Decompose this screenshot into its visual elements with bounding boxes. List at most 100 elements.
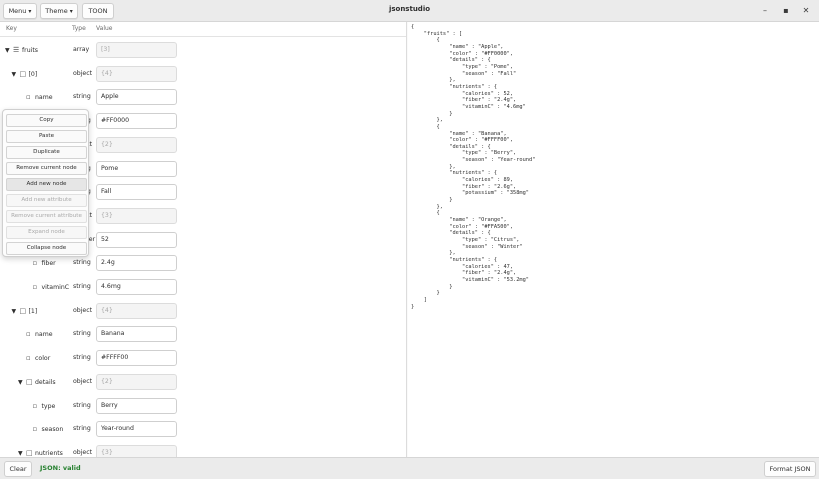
- tree-row-type: object: [73, 306, 93, 314]
- tree-row-type: string: [73, 425, 91, 433]
- tree-row-key[interactable]: ▫ fiber: [25, 257, 56, 269]
- tree-row-key[interactable]: ▼ □ [0]: [12, 68, 38, 80]
- context-menu-item[interactable]: Collapse node: [6, 242, 87, 255]
- tree-row-key-label: season: [41, 426, 64, 434]
- tree-row-value-field[interactable]: {3}: [96, 444, 177, 457]
- tree-row-type: object: [73, 448, 93, 456]
- tree-row-key[interactable]: ▼□details: [18, 376, 56, 388]
- tree-row-key-label: nutrients: [35, 449, 63, 457]
- expand-toggle-icon[interactable]: ▼: [18, 377, 26, 389]
- header-divider: [0, 36, 406, 37]
- tree-row-value-field[interactable]: Pome: [96, 160, 177, 177]
- folder-icon: □: [19, 69, 27, 78]
- tree-row-key-label: color: [35, 355, 51, 363]
- folder-icon: □: [26, 448, 33, 457]
- context-menu-item[interactable]: Duplicate: [6, 146, 87, 159]
- tree-row-value-field[interactable]: {3}: [96, 207, 177, 224]
- toon-button[interactable]: TOON: [82, 3, 114, 19]
- tree-row-key[interactable]: ▫ vitaminC: [25, 281, 70, 293]
- context-menu-item[interactable]: Copy: [6, 114, 87, 127]
- tree-row-key[interactable]: ▫season: [25, 423, 64, 435]
- file-icon: ▫: [26, 330, 31, 339]
- json-text-pane[interactable]: { "fruits" : [ { "name" : "Apple", "colo…: [408, 22, 819, 457]
- tree-row-value-field[interactable]: {4}: [96, 302, 177, 319]
- tree-row-value-field[interactable]: 2.4g: [96, 255, 177, 272]
- list-icon: ☰: [13, 46, 20, 54]
- tree-row-value-field[interactable]: [3]: [96, 42, 177, 58]
- tree-row-key-label: [1]: [28, 307, 38, 315]
- tree-row-value-field[interactable]: #FFFF00: [96, 350, 177, 367]
- file-icon: ▫: [32, 401, 38, 410]
- column-header-type: Type: [72, 25, 86, 32]
- context-menu-item: Remove current attribute: [6, 210, 87, 223]
- tree-row-key-label: details: [35, 378, 56, 386]
- tree-row-value-field[interactable]: Fall: [96, 184, 177, 201]
- tree-row-key-label: name: [35, 331, 53, 339]
- file-icon: ▫: [26, 354, 31, 363]
- title-bar: Menu ▾ Theme ▾ TOON jsonstudio – ▪ ✕: [0, 0, 819, 22]
- tree-row-type: object: [73, 69, 93, 77]
- theme-button[interactable]: Theme ▾: [40, 3, 78, 19]
- tree-editor-pane: Key Type Value ▼ ☰ fruits array [3] ▼ □ [0] obje…: [0, 22, 407, 457]
- tree-row-key[interactable]: ▫ name: [18, 91, 53, 103]
- context-menu-item[interactable]: Paste: [6, 130, 87, 143]
- chevron-down-icon: ▾: [28, 8, 32, 15]
- tree-row-key[interactable]: ▫ color: [18, 352, 50, 364]
- context-menu: Copy Paste Duplicate Remove current node Add…: [2, 109, 89, 257]
- menu-button[interactable]: Menu ▾: [3, 3, 37, 19]
- maximize-icon[interactable]: ▪: [779, 4, 793, 18]
- tree-row-type: string: [73, 93, 91, 101]
- tree-row-key[interactable]: ▼ □ [1]: [12, 305, 38, 317]
- tree-row-key-label: type: [41, 402, 56, 410]
- tree-row-key[interactable]: ▼□nutrients: [18, 447, 63, 457]
- window-title: jsonstudio: [388, 5, 431, 13]
- tree-row-key-label: fruits: [22, 47, 39, 54]
- tree-row-key-label: name: [35, 94, 53, 102]
- close-icon[interactable]: ✕: [799, 4, 813, 18]
- tree-row-value-field[interactable]: Berry: [96, 397, 177, 414]
- tree-row-type: string: [73, 283, 91, 290]
- tree-row-key-label: vitaminC: [41, 284, 70, 291]
- tree-row-key-label: [0]: [28, 70, 38, 78]
- tree-row-key-label: fiber: [41, 260, 56, 268]
- json-text[interactable]: { "fruits" : [ { "name" : "Apple", "colo…: [411, 24, 535, 310]
- validation-status: JSON: valid: [40, 464, 81, 472]
- tree-row-value-field[interactable]: Apple: [96, 89, 177, 106]
- tree-row-type: string: [73, 354, 91, 362]
- tree-row-value-field[interactable]: Year-round: [96, 421, 177, 438]
- file-icon: ▫: [32, 283, 38, 291]
- file-icon: ▫: [32, 259, 38, 268]
- expand-toggle-icon[interactable]: ▼: [5, 45, 13, 57]
- context-menu-item[interactable]: Remove current node: [6, 162, 87, 175]
- tree-row-value-field[interactable]: 4.6mg: [96, 279, 177, 295]
- tree-row-value-field[interactable]: {2}: [96, 136, 177, 153]
- expand-toggle-icon[interactable]: ▼: [18, 448, 26, 457]
- tree-row-value-field[interactable]: 52: [96, 231, 177, 248]
- tree-row-key[interactable]: ▫ name: [18, 328, 53, 340]
- folder-icon: □: [26, 377, 33, 386]
- status-bar: Clear JSON: valid Format JSON: [0, 457, 819, 479]
- expand-toggle-icon[interactable]: ▼: [12, 69, 20, 81]
- context-menu-item[interactable]: Add new node: [6, 178, 87, 191]
- tree-row-value-field[interactable]: Banana: [96, 326, 177, 343]
- expand-toggle-icon[interactable]: ▼: [12, 306, 20, 318]
- tree-row-key[interactable]: ▫type: [25, 400, 56, 412]
- tree-row-type: string: [73, 259, 91, 267]
- tree-row-value-field[interactable]: #FF0000: [96, 113, 177, 130]
- clear-button[interactable]: Clear: [4, 461, 32, 477]
- folder-icon: □: [19, 306, 27, 315]
- tree-row-type: object: [73, 377, 93, 385]
- minimize-icon[interactable]: –: [758, 4, 772, 18]
- file-icon: ▫: [26, 93, 31, 102]
- format-json-button[interactable]: Format JSON: [764, 461, 816, 477]
- chevron-down-icon: ▾: [69, 8, 73, 15]
- tree-row-type: array: [73, 46, 90, 53]
- column-header-key: Key: [6, 25, 17, 32]
- context-menu-item: Add new attribute: [6, 194, 87, 207]
- tree-row-key[interactable]: ▼ ☰ fruits: [5, 44, 38, 56]
- theme-button-label: Theme: [45, 7, 68, 15]
- tree-row-type: string: [73, 330, 91, 338]
- tree-row-value-field[interactable]: {2}: [96, 373, 177, 390]
- tree-row-value-field[interactable]: {4}: [96, 65, 177, 82]
- tree-row-type: string: [73, 401, 91, 409]
